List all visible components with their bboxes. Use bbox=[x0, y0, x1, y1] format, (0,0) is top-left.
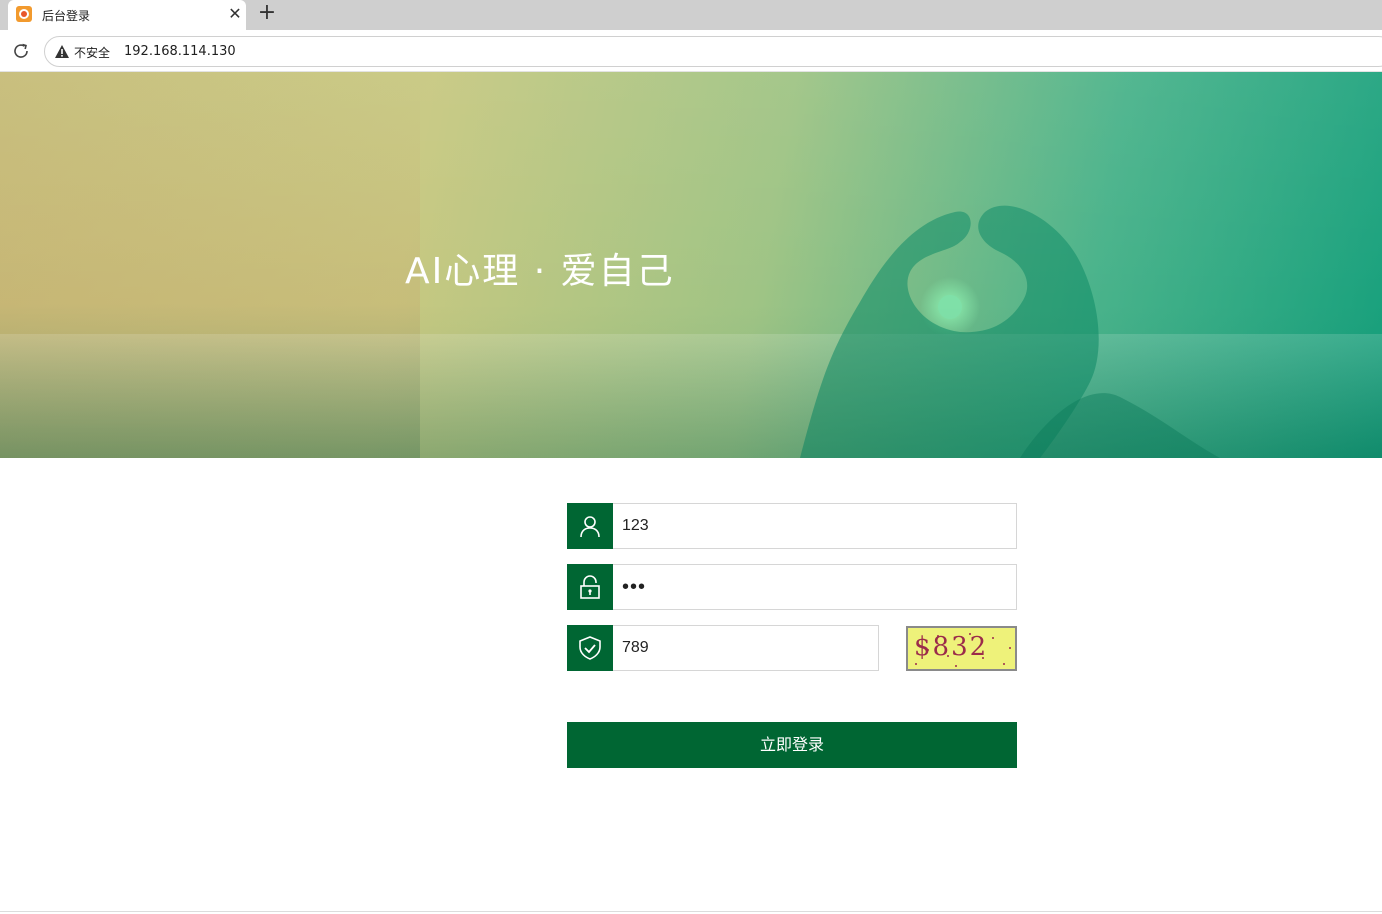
new-tab-button[interactable]: + bbox=[256, 2, 278, 25]
username-row bbox=[567, 503, 1017, 549]
captcha-image[interactable]: $832 bbox=[906, 626, 1017, 671]
username-icon-box bbox=[567, 503, 613, 549]
reload-icon[interactable] bbox=[11, 41, 31, 61]
page-bottom-divider bbox=[0, 911, 1382, 912]
login-button[interactable]: 立即登录 bbox=[567, 722, 1017, 768]
password-row: ••• bbox=[567, 564, 1017, 610]
browser-toolbar: 不安全 192.168.114.130 bbox=[0, 30, 1382, 72]
close-tab-icon[interactable]: ✕ bbox=[226, 5, 244, 23]
hero-banner: AI心理 · 爱自己 bbox=[0, 72, 1382, 458]
captcha-image-text: $832 bbox=[914, 632, 989, 662]
browser-tab-bar: 后台登录 ✕ + bbox=[0, 0, 1382, 30]
lock-icon bbox=[580, 575, 600, 599]
password-mask: ••• bbox=[622, 576, 647, 598]
shield-check-icon bbox=[579, 636, 601, 660]
banner-shade bbox=[0, 72, 1382, 458]
captcha-icon-box bbox=[567, 625, 613, 671]
warning-icon[interactable] bbox=[55, 45, 69, 58]
password-input[interactable]: ••• bbox=[613, 564, 1017, 610]
password-icon-box bbox=[567, 564, 613, 610]
security-label[interactable]: 不安全 bbox=[74, 44, 110, 61]
user-icon bbox=[580, 516, 600, 538]
username-input[interactable] bbox=[613, 503, 1017, 549]
banner-title: AI心理 · 爱自己 bbox=[405, 251, 675, 292]
tab-title: 后台登录 bbox=[42, 9, 91, 23]
captcha-row: $832 bbox=[567, 625, 1017, 671]
favicon-icon bbox=[16, 6, 32, 22]
captcha-input[interactable] bbox=[613, 625, 879, 671]
browser-tab[interactable]: 后台登录 ✕ bbox=[8, 0, 246, 30]
address-bar[interactable]: 不安全 192.168.114.130 bbox=[44, 36, 1382, 67]
url-text[interactable]: 192.168.114.130 bbox=[124, 44, 236, 59]
